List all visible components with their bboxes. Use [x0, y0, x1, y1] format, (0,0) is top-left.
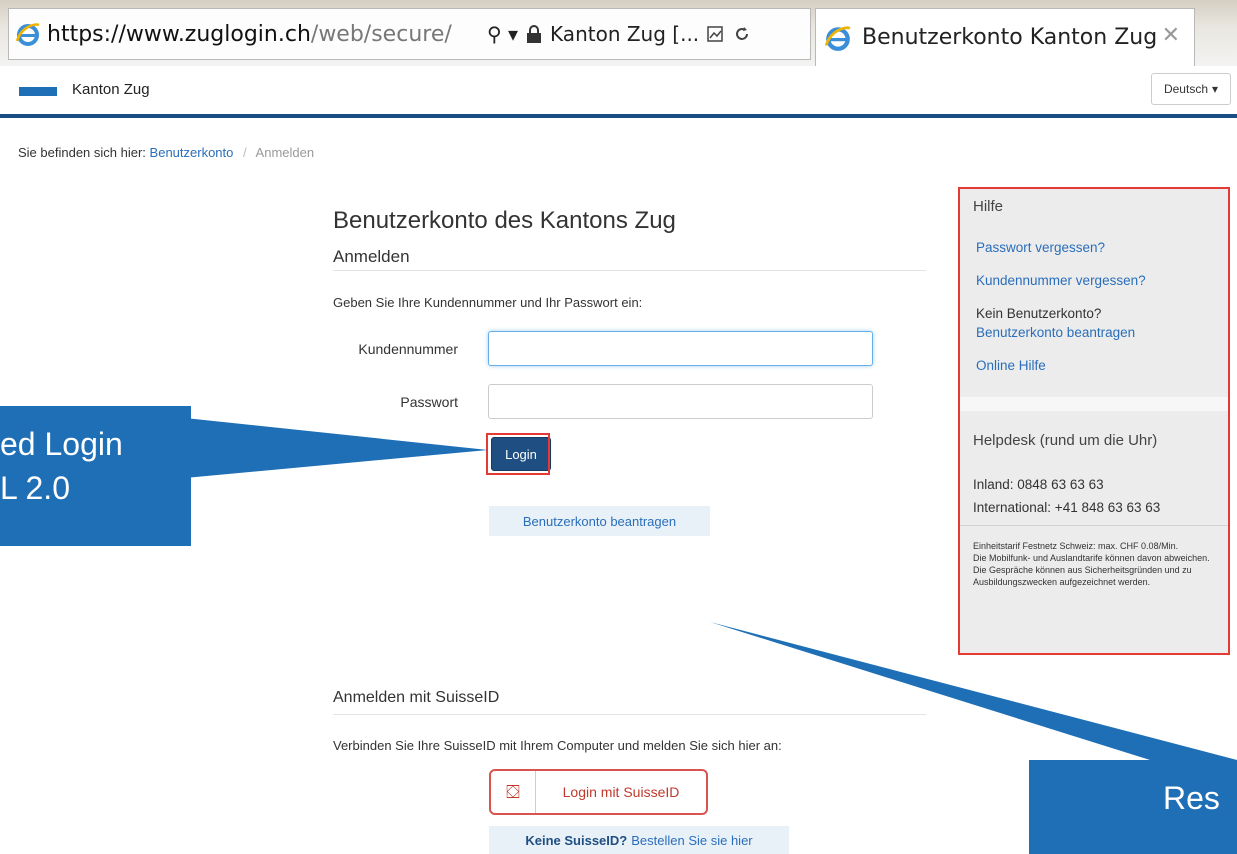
lock-icon	[527, 25, 542, 43]
callout-left: ed Login L 2.0	[0, 406, 191, 546]
suisseid-login-button[interactable]: ⛋ Login mit SuisseID	[489, 769, 708, 815]
language-label: Deutsch	[1163, 82, 1208, 96]
forgot-password-link[interactable]: Passwort vergessen?	[976, 240, 1105, 255]
refresh-icon[interactable]	[733, 25, 751, 43]
site-identity[interactable]: Kanton Zug [...	[550, 22, 699, 46]
password-label: Passwort	[400, 394, 458, 410]
request-account-link[interactable]: Benutzerkonto beantragen	[976, 325, 1135, 340]
sidebar-gap	[960, 397, 1228, 411]
helpdesk-inland: Inland: 0848 63 63 63	[973, 477, 1104, 492]
chevron-down-icon: ▾	[1212, 82, 1219, 96]
logo-mark[interactable]	[19, 87, 57, 96]
login-instructions: Geben Sie Ihre Kundennummer und Ihr Pass…	[333, 295, 643, 310]
password-input[interactable]	[488, 384, 873, 419]
customer-number-input[interactable]	[488, 331, 873, 366]
section-divider	[333, 714, 926, 715]
helpdesk-heading: Helpdesk (rund um die Uhr)	[973, 432, 1158, 449]
browser-toolbar: https://www.zuglogin.ch/web/secure/ ⚲ ▾ …	[0, 0, 1237, 66]
login-highlight-box	[486, 433, 550, 475]
site-brand[interactable]: Kanton Zug	[72, 81, 150, 98]
callout-right: Res	[1029, 760, 1237, 854]
sidebar-divider	[960, 525, 1228, 526]
close-icon[interactable]: ✕	[1162, 23, 1180, 48]
address-bar[interactable]: https://www.zuglogin.ch/web/secure/ ⚲ ▾ …	[8, 8, 811, 60]
compat-view-icon[interactable]	[707, 25, 725, 43]
ie-logo-icon	[15, 23, 40, 46]
url-path: /web/secure/	[310, 21, 452, 47]
order-suisseid-text: Bestellen Sie sie hier	[631, 832, 753, 848]
no-account-text: Kein Benutzerkonto?	[976, 306, 1102, 321]
browser-tab[interactable]: Benutzerkonto Kanton Zug ✕	[815, 8, 1195, 66]
callout-left-line1: ed Login	[0, 426, 123, 462]
helpdesk-international: International: +41 848 63 63 63	[973, 500, 1161, 515]
smartcard-icon: ⛋	[491, 771, 536, 813]
breadcrumb: Sie befinden sich hier: Benutzerkonto / …	[18, 145, 314, 160]
online-help-link[interactable]: Online Hilfe	[976, 358, 1046, 373]
forgot-customer-number-link[interactable]: Kundennummer vergessen?	[976, 273, 1146, 288]
order-suisseid-link[interactable]: Keine SuisseID? Bestellen Sie sie hier	[489, 826, 789, 854]
help-heading: Hilfe	[973, 198, 1004, 215]
section-divider	[333, 270, 926, 271]
page-title: Benutzerkonto des Kantons Zug	[333, 207, 676, 234]
search-icon[interactable]: ⚲ ▾	[487, 22, 518, 46]
help-sidebar: Hilfe Passwort vergessen? Kundennummer v…	[958, 187, 1230, 655]
login-section-title: Anmelden	[333, 247, 410, 266]
breadcrumb-current: Anmelden	[255, 145, 315, 160]
suisseid-login-label: Login mit SuisseID	[562, 784, 680, 800]
suisseid-section-title: Anmelden mit SuisseID	[333, 689, 500, 706]
breadcrumb-link-benutzerkonto[interactable]: Benutzerkonto	[150, 145, 234, 160]
breadcrumb-prefix: Sie befinden sich hier:	[18, 145, 146, 160]
callout-left-pointer	[185, 418, 488, 478]
callout-left-line2: L 2.0	[0, 470, 70, 506]
language-select[interactable]: Deutsch ▾	[1151, 73, 1231, 105]
customer-number-label: Kundennummer	[358, 341, 458, 357]
url-host: https://www.zuglogin.ch	[47, 21, 311, 47]
request-account-button[interactable]: Benutzerkonto beantragen	[489, 506, 710, 536]
ie-logo-icon	[824, 25, 851, 51]
suisseid-instructions: Verbinden Sie Ihre SuisseID mit Ihrem Co…	[333, 738, 782, 753]
helpdesk-tariff-note: Einheitstarif Festnetz Schweiz: max. CHF…	[973, 541, 1210, 587]
site-header: Kanton Zug Deutsch ▾	[0, 66, 1237, 116]
order-suisseid-bold: Keine SuisseID?	[525, 832, 628, 848]
header-divider	[0, 114, 1237, 118]
breadcrumb-separator: /	[243, 145, 247, 160]
tab-title: Benutzerkonto Kanton Zug	[862, 25, 1158, 50]
